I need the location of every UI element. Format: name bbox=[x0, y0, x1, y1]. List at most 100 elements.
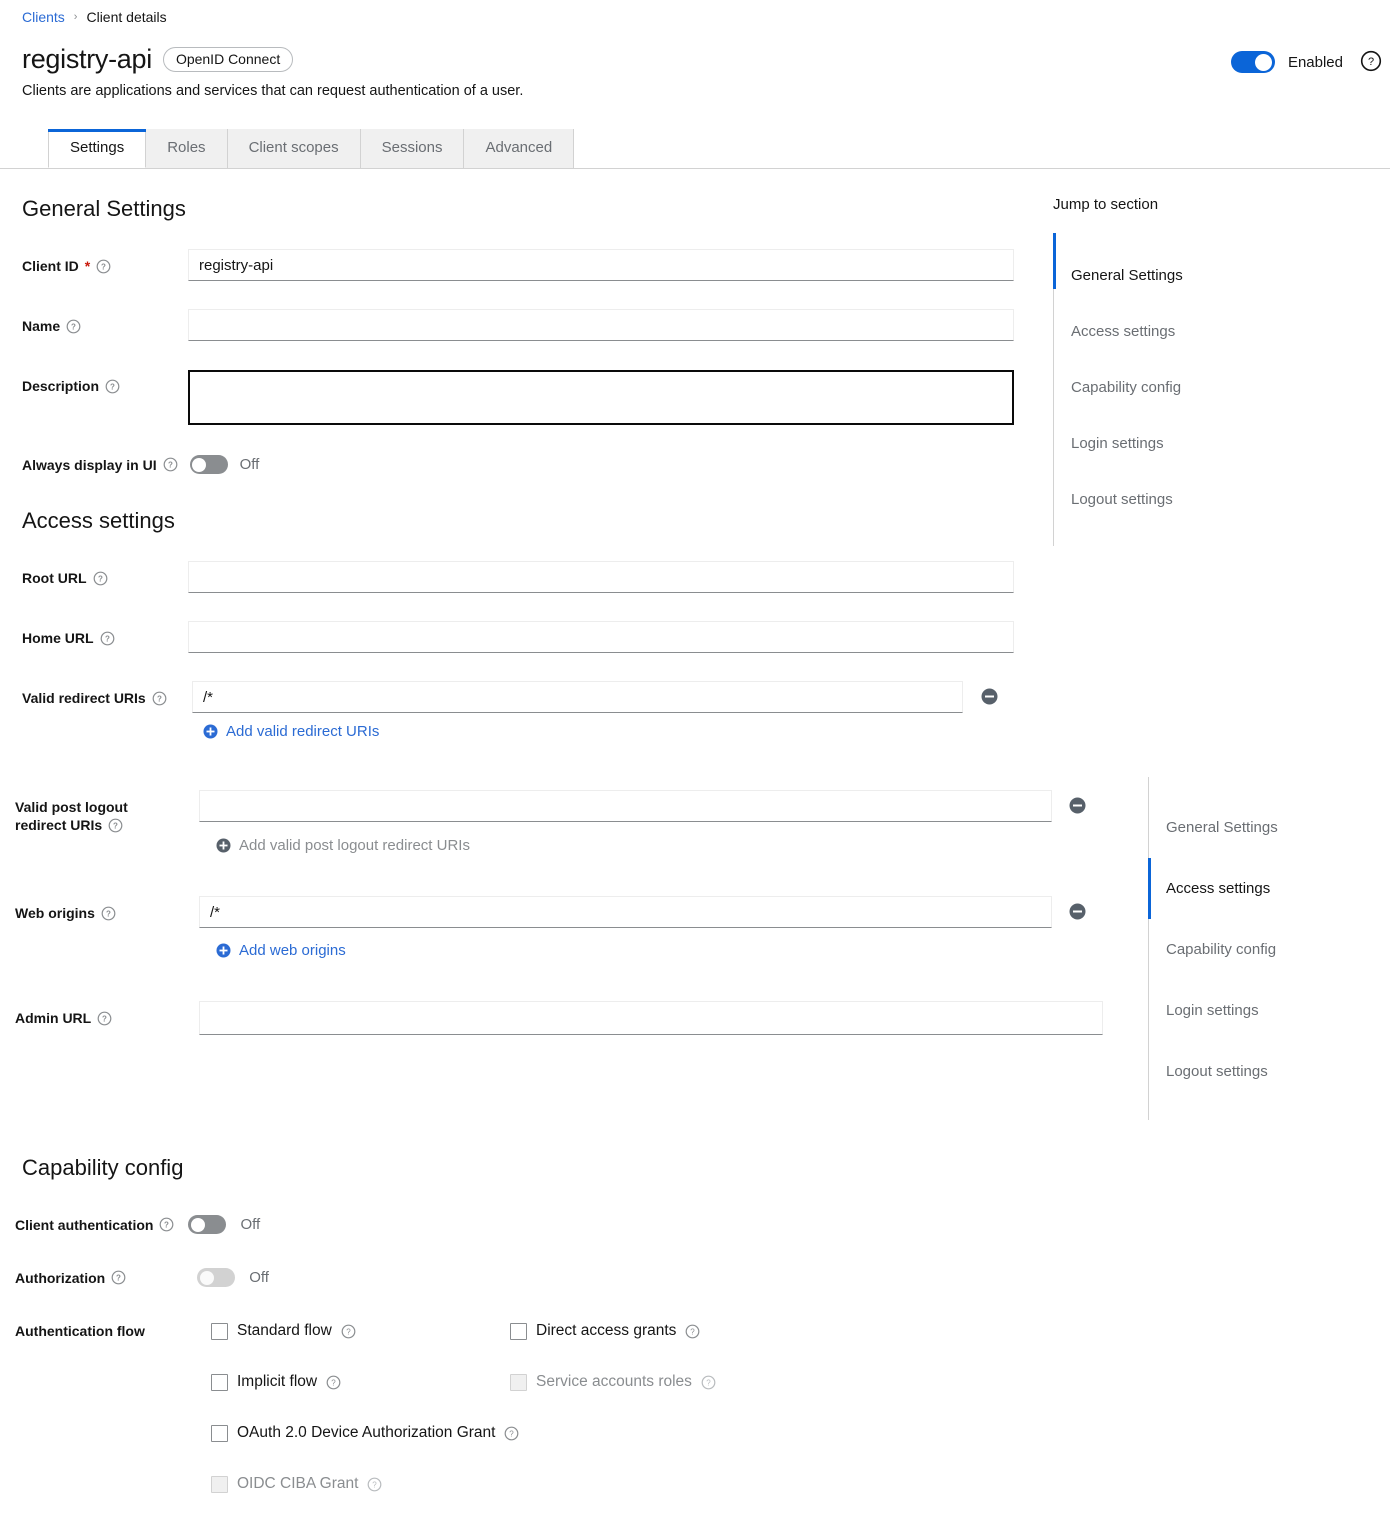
always-display-in-ui-row: Always display in UI ? Off bbox=[22, 455, 259, 474]
name-input[interactable] bbox=[188, 309, 1014, 341]
protocol-badge: OpenID Connect bbox=[162, 46, 294, 73]
jump-nav-item-access-settings[interactable]: Access settings bbox=[1148, 858, 1390, 919]
jump-nav-item-general-settings[interactable]: General Settings bbox=[1149, 797, 1390, 858]
add-valid-redirect-uris-link[interactable]: Add valid redirect URIs bbox=[203, 723, 379, 740]
client-authentication-state: Off bbox=[240, 1216, 261, 1233]
minus-circle-icon[interactable] bbox=[980, 687, 999, 706]
svg-text:?: ? bbox=[346, 1327, 351, 1336]
svg-text:?: ? bbox=[116, 1274, 121, 1283]
help-circle-icon[interactable]: ? bbox=[685, 1324, 700, 1339]
minus-circle-icon[interactable] bbox=[1068, 902, 1087, 921]
checkbox-box[interactable] bbox=[211, 1322, 228, 1340]
checkbox-box[interactable] bbox=[211, 1424, 228, 1442]
help-circle-icon[interactable]: ? bbox=[101, 906, 116, 921]
tab-advanced[interactable]: Advanced bbox=[464, 129, 575, 168]
web-origins-field-wrap bbox=[199, 896, 1052, 928]
help-circle-icon[interactable]: ? bbox=[111, 1270, 126, 1285]
label-client-authentication: Client authentication ? bbox=[15, 1217, 174, 1233]
always-display-in-ui-state: Off bbox=[239, 456, 260, 473]
add-web-origins-label: Add web origins bbox=[239, 942, 346, 959]
breadcrumb-link-clients[interactable]: Clients bbox=[22, 9, 65, 25]
add-web-origins-link[interactable]: Add web origins bbox=[216, 942, 346, 959]
valid-redirect-uris-input[interactable] bbox=[192, 681, 963, 713]
client-authentication-toggle[interactable] bbox=[188, 1215, 227, 1234]
breadcrumb: Clients › Client details bbox=[22, 9, 167, 25]
checkbox-box[interactable] bbox=[510, 1322, 527, 1340]
checkbox-standard-flow[interactable]: Standard flow ? bbox=[211, 1322, 356, 1340]
home-url-input[interactable] bbox=[188, 621, 1014, 653]
admin-url-input[interactable] bbox=[199, 1001, 1103, 1035]
tab-client-scopes[interactable]: Client scopes bbox=[227, 129, 361, 168]
label-always-display-text: Always display in UI bbox=[22, 456, 157, 473]
checkbox-box[interactable] bbox=[211, 1373, 228, 1391]
jump-nav-item-general-settings[interactable]: General Settings bbox=[1053, 233, 1390, 303]
client-id-input[interactable] bbox=[188, 249, 1014, 281]
tab-roles[interactable]: Roles bbox=[146, 129, 228, 168]
help-circle-icon[interactable]: ? bbox=[97, 1011, 112, 1026]
description-field-wrap bbox=[188, 370, 1014, 425]
jump-nav-item-login-settings[interactable]: Login settings bbox=[1054, 415, 1390, 471]
label-web-origins: Web origins ? bbox=[15, 905, 116, 921]
label-authentication-flow: Authentication flow bbox=[15, 1323, 145, 1339]
page-header: registry-api OpenID Connect Clients are … bbox=[22, 44, 1390, 99]
help-circle-icon[interactable]: ? bbox=[159, 1217, 174, 1232]
svg-text:?: ? bbox=[165, 1221, 170, 1230]
help-circle-icon[interactable]: ? bbox=[367, 1477, 382, 1492]
jump-nav-item-capability-config[interactable]: Capability config bbox=[1149, 919, 1390, 980]
description-textarea[interactable] bbox=[188, 370, 1014, 425]
help-circle-icon[interactable]: ? bbox=[108, 818, 123, 833]
label-admin-url: Admin URL ? bbox=[15, 1010, 112, 1026]
root-url-input[interactable] bbox=[188, 561, 1014, 593]
jump-nav-item-label: General Settings bbox=[1166, 819, 1278, 836]
help-circle-icon[interactable]: ? bbox=[96, 259, 111, 274]
svg-text:?: ? bbox=[101, 262, 106, 271]
valid-post-logout-redirect-uris-input[interactable] bbox=[199, 790, 1052, 822]
help-circle-icon[interactable]: ? bbox=[1360, 50, 1382, 72]
add-valid-post-logout-redirect-uris-link[interactable]: Add valid post logout redirect URIs bbox=[216, 837, 470, 854]
tab-sessions-label: Sessions bbox=[381, 139, 443, 156]
checkbox-oauth-device-authorization-grant[interactable]: OAuth 2.0 Device Authorization Grant ? bbox=[211, 1424, 519, 1442]
plus-circle-icon bbox=[216, 838, 231, 853]
help-circle-icon[interactable]: ? bbox=[66, 319, 81, 334]
tab-list: Settings Roles Client scopes Sessions Ad… bbox=[48, 129, 575, 168]
section-heading-capability-config: Capability config bbox=[22, 1155, 184, 1180]
jump-nav-item-capability-config[interactable]: Capability config bbox=[1054, 359, 1390, 415]
help-circle-icon[interactable]: ? bbox=[341, 1324, 356, 1339]
svg-text:?: ? bbox=[168, 461, 173, 470]
svg-text:?: ? bbox=[373, 1480, 378, 1489]
checkbox-direct-access-grants[interactable]: Direct access grants ? bbox=[510, 1322, 700, 1340]
help-circle-icon[interactable]: ? bbox=[163, 457, 178, 472]
minus-circle-icon[interactable] bbox=[1068, 796, 1087, 815]
tab-settings-label: Settings bbox=[70, 139, 125, 156]
checkbox-implicit-flow[interactable]: Implicit flow ? bbox=[211, 1373, 341, 1391]
help-circle-icon[interactable]: ? bbox=[152, 691, 167, 706]
label-always-display-in-ui: Always display in UI ? bbox=[22, 457, 178, 473]
help-circle-icon[interactable]: ? bbox=[701, 1375, 716, 1390]
label-client-id-text: Client ID bbox=[22, 258, 79, 274]
help-circle-icon[interactable]: ? bbox=[105, 379, 120, 394]
enabled-toggle-group: Enabled bbox=[1230, 51, 1343, 73]
label-name: Name ? bbox=[22, 318, 81, 334]
jump-nav-item-logout-settings[interactable]: Logout settings bbox=[1054, 471, 1390, 527]
help-circle-icon[interactable]: ? bbox=[100, 631, 115, 646]
label-client-id: Client ID * ? bbox=[22, 258, 111, 274]
enabled-toggle[interactable] bbox=[1230, 51, 1275, 73]
jump-nav-item-access-settings[interactable]: Access settings bbox=[1054, 303, 1390, 359]
always-display-in-ui-toggle[interactable] bbox=[189, 455, 228, 474]
jump-nav-item-logout-settings[interactable]: Logout settings bbox=[1149, 1041, 1390, 1102]
help-circle-icon[interactable]: ? bbox=[93, 571, 108, 586]
label-home-url-text: Home URL bbox=[22, 630, 94, 646]
jump-nav-item-label: Capability config bbox=[1071, 378, 1182, 396]
tab-sessions[interactable]: Sessions bbox=[360, 129, 465, 168]
tab-settings[interactable]: Settings bbox=[48, 129, 147, 168]
help-circle-icon[interactable]: ? bbox=[504, 1426, 519, 1441]
help-circle-icon[interactable]: ? bbox=[326, 1375, 341, 1390]
plus-circle-icon bbox=[216, 943, 231, 958]
add-valid-redirect-uris-label: Add valid redirect URIs bbox=[226, 723, 380, 740]
checkbox-direct-access-grants-label: Direct access grants bbox=[536, 1322, 677, 1339]
web-origins-input[interactable] bbox=[199, 896, 1052, 928]
checkbox-oidc-ciba-grant: OIDC CIBA Grant ? bbox=[211, 1475, 382, 1493]
jump-nav-item-login-settings[interactable]: Login settings bbox=[1149, 980, 1390, 1041]
jump-nav-item-label: Logout settings bbox=[1166, 1063, 1268, 1080]
label-home-url: Home URL ? bbox=[22, 630, 115, 646]
